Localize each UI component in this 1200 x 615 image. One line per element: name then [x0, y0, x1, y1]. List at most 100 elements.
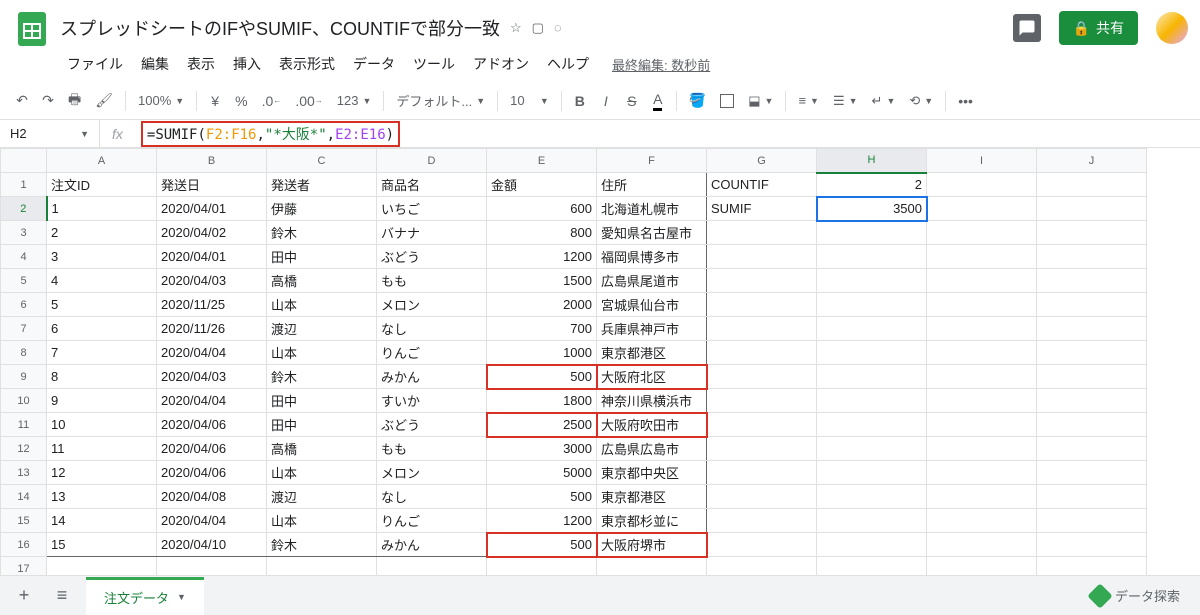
- increase-decimal-button[interactable]: .00→: [289, 89, 328, 113]
- cell[interactable]: 山本: [267, 509, 377, 533]
- cell[interactable]: [1037, 485, 1147, 509]
- cell[interactable]: [927, 509, 1037, 533]
- cell[interactable]: 15: [47, 533, 157, 557]
- spreadsheet-grid[interactable]: A B C D E F G H I J 1注文ID発送日発送者商品名金額住所CO…: [0, 148, 1200, 581]
- cell[interactable]: [817, 317, 927, 341]
- cell[interactable]: 9: [47, 389, 157, 413]
- cell[interactable]: 大阪府堺市: [597, 533, 707, 557]
- row-header[interactable]: 11: [1, 413, 47, 437]
- cell[interactable]: 宮城県仙台市: [597, 293, 707, 317]
- cell[interactable]: 6: [47, 317, 157, 341]
- cell[interactable]: [707, 221, 817, 245]
- cell[interactable]: [817, 533, 927, 557]
- cell[interactable]: 600: [487, 197, 597, 221]
- cloud-status-icon[interactable]: ◌: [554, 20, 562, 36]
- col-header-C[interactable]: C: [267, 149, 377, 173]
- cell[interactable]: 発送者: [267, 173, 377, 197]
- cell[interactable]: 東京都港区: [597, 341, 707, 365]
- cell[interactable]: [707, 437, 817, 461]
- toolbar-more-button[interactable]: •••: [952, 89, 979, 113]
- cell[interactable]: 田中: [267, 413, 377, 437]
- row-header[interactable]: 7: [1, 317, 47, 341]
- cell[interactable]: [927, 221, 1037, 245]
- cell[interactable]: いちご: [377, 197, 487, 221]
- cell[interactable]: [1037, 317, 1147, 341]
- cell[interactable]: [1037, 173, 1147, 197]
- cell[interactable]: 兵庫県神戸市: [597, 317, 707, 341]
- cell[interactable]: 1800: [487, 389, 597, 413]
- cell[interactable]: 山本: [267, 293, 377, 317]
- cell[interactable]: 渡辺: [267, 485, 377, 509]
- row-header[interactable]: 10: [1, 389, 47, 413]
- cell[interactable]: 1200: [487, 245, 597, 269]
- cell[interactable]: 1000: [487, 341, 597, 365]
- cell[interactable]: なし: [377, 317, 487, 341]
- cell[interactable]: 500: [487, 365, 597, 389]
- cell[interactable]: [1037, 269, 1147, 293]
- cell[interactable]: メロン: [377, 293, 487, 317]
- cell[interactable]: 山本: [267, 341, 377, 365]
- cell[interactable]: 1: [47, 197, 157, 221]
- cell[interactable]: 2020/04/06: [157, 461, 267, 485]
- cell[interactable]: もも: [377, 269, 487, 293]
- account-avatar[interactable]: [1156, 12, 1188, 44]
- sheets-logo[interactable]: [12, 8, 52, 48]
- text-rotation-button[interactable]: ⟲▼: [903, 91, 939, 111]
- explore-button[interactable]: データ探索: [1081, 582, 1190, 609]
- cell[interactable]: 田中: [267, 389, 377, 413]
- cell[interactable]: 2020/04/03: [157, 365, 267, 389]
- col-header-A[interactable]: A: [47, 149, 157, 173]
- format-currency-button[interactable]: ¥: [203, 89, 227, 113]
- cell[interactable]: 3000: [487, 437, 597, 461]
- cell[interactable]: 大阪府北区: [597, 365, 707, 389]
- cell[interactable]: 高橋: [267, 269, 377, 293]
- cell[interactable]: [817, 413, 927, 437]
- col-header-J[interactable]: J: [1037, 149, 1147, 173]
- row-header[interactable]: 8: [1, 341, 47, 365]
- cell[interactable]: 800: [487, 221, 597, 245]
- cell[interactable]: 高橋: [267, 437, 377, 461]
- cell[interactable]: りんご: [377, 509, 487, 533]
- menu-tools[interactable]: ツール: [406, 50, 462, 78]
- zoom-select[interactable]: 100%▼: [132, 91, 190, 110]
- formula-input[interactable]: =SUMIF(F2:F16,"*大阪*",E2:E16): [135, 121, 1200, 147]
- cell[interactable]: 山本: [267, 461, 377, 485]
- cell[interactable]: 4: [47, 269, 157, 293]
- cell[interactable]: 商品名: [377, 173, 487, 197]
- cell[interactable]: 3500: [817, 197, 927, 221]
- cell[interactable]: 北海道札幌市: [597, 197, 707, 221]
- col-header-F[interactable]: F: [597, 149, 707, 173]
- cell[interactable]: [927, 317, 1037, 341]
- cell[interactable]: [707, 269, 817, 293]
- cell[interactable]: [1037, 509, 1147, 533]
- cell[interactable]: 500: [487, 533, 597, 557]
- cell[interactable]: 1200: [487, 509, 597, 533]
- row-header[interactable]: 2: [1, 197, 47, 221]
- cell[interactable]: 2020/04/01: [157, 245, 267, 269]
- cell[interactable]: 2: [47, 221, 157, 245]
- col-header-I[interactable]: I: [927, 149, 1037, 173]
- cell[interactable]: 3: [47, 245, 157, 269]
- cell[interactable]: [927, 437, 1037, 461]
- cell[interactable]: 東京都中央区: [597, 461, 707, 485]
- cell[interactable]: みかん: [377, 365, 487, 389]
- cell[interactable]: りんご: [377, 341, 487, 365]
- cell[interactable]: [817, 437, 927, 461]
- text-color-button[interactable]: A: [646, 87, 670, 115]
- col-header-G[interactable]: G: [707, 149, 817, 173]
- cell[interactable]: 福岡県博多市: [597, 245, 707, 269]
- cell[interactable]: 11: [47, 437, 157, 461]
- cell[interactable]: 2000: [487, 293, 597, 317]
- format-percent-button[interactable]: %: [229, 89, 253, 113]
- sheet-tab[interactable]: 注文データ ▼: [86, 577, 204, 615]
- select-all-corner[interactable]: [1, 149, 47, 173]
- cell[interactable]: 神奈川県横浜市: [597, 389, 707, 413]
- cell[interactable]: 10: [47, 413, 157, 437]
- cell[interactable]: 東京都杉並に: [597, 509, 707, 533]
- cell[interactable]: [1037, 533, 1147, 557]
- cell[interactable]: [1037, 197, 1147, 221]
- cell[interactable]: [817, 269, 927, 293]
- menu-file[interactable]: ファイル: [60, 50, 130, 78]
- col-header-B[interactable]: B: [157, 149, 267, 173]
- borders-button[interactable]: [714, 90, 740, 112]
